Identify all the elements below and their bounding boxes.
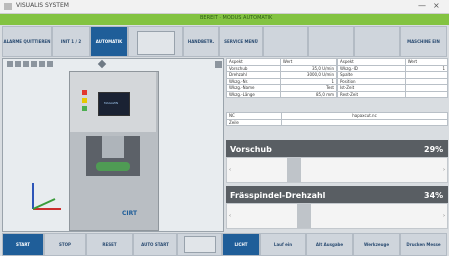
spindle-slider-percent: 34% [424, 191, 444, 200]
zoom-icon[interactable] [39, 61, 45, 67]
tab-empty-3[interactable] [354, 26, 400, 57]
start-button[interactable]: START [2, 233, 44, 256]
table-cell: Rest-Zeit [337, 90, 406, 98]
indicator-lights [82, 90, 88, 112]
tab-init[interactable]: INIT 1 / 2 [52, 26, 90, 57]
program-status-value [281, 118, 448, 126]
tab-alarm-ack[interactable]: ALARME QUITTIEREN [2, 26, 52, 57]
info-table-right: Aspekt Wert Wkzg.-ID 1 Spalte Position Ist… [337, 58, 449, 98]
viewer-menu-icon[interactable] [215, 61, 222, 68]
app-icon [4, 3, 12, 10]
feed-slider-title: Vorschub [230, 145, 272, 154]
axis-gizmo [32, 183, 61, 210]
tools-button[interactable]: Werkzeuge [353, 233, 400, 256]
machine-logo: CIRT [122, 210, 138, 217]
tab-empty-1[interactable] [263, 26, 308, 57]
machine-diagram-icon [137, 31, 175, 55]
diagram-button[interactable] [177, 233, 222, 256]
program-status-label: Zeile [226, 118, 282, 126]
reset-button[interactable]: RESET [86, 233, 133, 256]
view-top-icon[interactable] [23, 61, 29, 67]
title-bar: VISUALIS SYSTEM — × [0, 0, 449, 14]
feed-slider-percent: 29% [424, 145, 444, 154]
view-iso-icon[interactable] [31, 61, 37, 67]
chevron-left-icon[interactable]: ‹ [229, 213, 231, 219]
info-table-left: Aspekt Wert Vorschub 35,0 U/min Drehzahl 30… [226, 58, 338, 98]
light-button[interactable]: LICHT [222, 233, 260, 256]
spindle-slider[interactable]: ‹ › [226, 203, 448, 229]
view-front-icon[interactable] [7, 61, 13, 67]
machine-work-area [86, 136, 140, 176]
auto-start-button[interactable]: AUTO START [133, 233, 177, 256]
feed-slider[interactable]: ‹ › [226, 157, 448, 183]
table-cell: 85,0 mm [279, 90, 338, 98]
spindle-slider-header: Frässpindel-Drehzahl 34% [226, 186, 448, 203]
program-info: NC hapaxcut.nc Zeile [226, 112, 448, 126]
tab-manual[interactable]: HANDBETR. [183, 26, 219, 57]
chevron-left-icon[interactable]: ‹ [229, 167, 231, 173]
table-cell: Wkzg.-Länge [226, 90, 281, 98]
workpiece [96, 162, 130, 171]
status-bar: BEREIT · MODUS AUTOMATIK [0, 14, 449, 25]
machine-body: MAGAZIN CIRT [69, 71, 159, 231]
spindle [102, 136, 124, 158]
minimize-button[interactable]: — [418, 1, 426, 10]
chevron-right-icon[interactable]: › [443, 213, 445, 219]
close-button[interactable]: × [433, 1, 440, 10]
rotate-icon[interactable] [97, 59, 107, 69]
feed-slider-header: Vorschub 29% [226, 140, 448, 157]
tab-machine-diagram[interactable] [128, 26, 183, 57]
view-side-icon[interactable] [15, 61, 21, 67]
tab-empty-2[interactable] [308, 26, 354, 57]
machine-monitor: MAGAZIN [98, 92, 130, 116]
machine-viewer[interactable]: MAGAZIN CIRT [2, 58, 224, 232]
table-cell [404, 90, 449, 98]
window-title: VISUALIS SYSTEM [16, 2, 69, 9]
run-in-button[interactable]: Lauf ein [260, 233, 306, 256]
tab-automatic[interactable]: AUTOMATIK [90, 26, 128, 57]
pan-icon[interactable] [47, 61, 53, 67]
status-text: BEREIT · MODUS AUTOMATIK [200, 15, 273, 21]
tab-service[interactable]: SERVICE MENÜ [219, 26, 263, 57]
machine-diagram-icon [183, 236, 216, 253]
feed-slider-thumb[interactable] [287, 158, 302, 182]
tab-machine-on[interactable]: MASCHINE EIN [400, 26, 447, 57]
spindle-slider-thumb[interactable] [297, 204, 312, 228]
print-button[interactable]: Drucken Messe [400, 233, 447, 256]
output-button[interactable]: Alt Ausgabe [306, 233, 353, 256]
spindle-slider-title: Frässpindel-Drehzahl [230, 191, 326, 200]
stop-button[interactable]: STOP [44, 233, 86, 256]
chevron-right-icon[interactable]: › [443, 167, 445, 173]
